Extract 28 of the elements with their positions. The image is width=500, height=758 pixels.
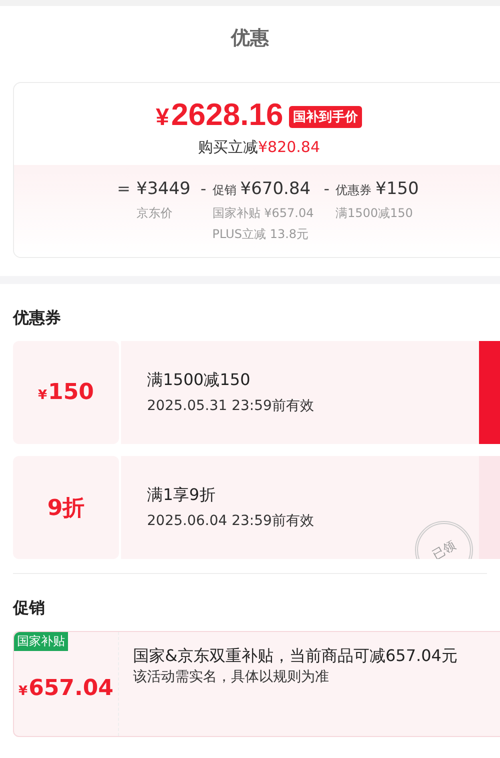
coupon-title: 满1享9折 [147, 485, 216, 506]
operator-sign: - [200, 178, 206, 200]
page-title: 优惠 [231, 26, 269, 51]
breakdown-note: 满1500减150 [336, 205, 414, 222]
breakdown-amount: ¥670.84 [240, 178, 311, 201]
breakdown-note: 国家补贴 ¥657.04 [212, 205, 314, 222]
section-title: 优惠券 [12, 307, 62, 329]
section-title: 促销 [12, 597, 46, 619]
operator-sign: = [117, 178, 130, 200]
promotion-note: 该活动需实名，具体以规则为准 [133, 668, 330, 686]
final-price: ¥2628.16 [156, 97, 284, 134]
coupon-value: 9折 [47, 494, 85, 522]
promotion-amount: ¥657.04 [18, 676, 114, 700]
breakdown-label: 促销 [212, 182, 236, 199]
coupon-validity: 2025.06.04 23:59前有效 [147, 512, 315, 530]
breakdown-note: 京东价 [136, 205, 174, 222]
coupon-validity: 2025.05.31 23:59前有效 [147, 397, 315, 415]
price-badge: 国补到手价 [289, 106, 362, 128]
subsidy-tag: 国家补贴 [14, 632, 68, 651]
breakdown-label: 优惠券 [336, 182, 372, 199]
coupon-value: ¥150 [38, 380, 94, 405]
breakdown-amount: ¥3449 [136, 178, 190, 201]
operator-sign: - [324, 178, 330, 200]
breakdown-note: PLUS立减 13.8元 [212, 226, 310, 243]
breakdown-amount: ¥150 [376, 178, 419, 201]
saving-text: 购买立减¥820.84 [198, 138, 320, 157]
coupon-title: 满1500减150 [147, 370, 252, 391]
promotion-description: 国家&京东双重补贴，当前商品可减657.04元 [133, 646, 458, 666]
